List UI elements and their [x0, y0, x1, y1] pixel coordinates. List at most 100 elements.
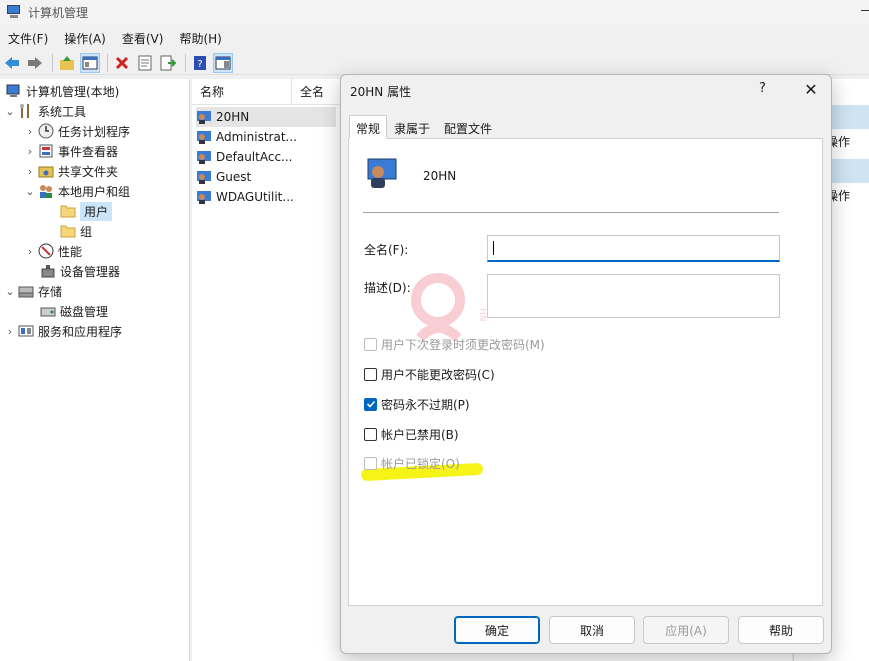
fullname-label: 全名(F):: [364, 243, 409, 257]
user-icon: [196, 149, 212, 165]
cancel-button[interactable]: 取消: [549, 616, 635, 644]
watermark-logo: HN: [392, 268, 502, 361]
performance-icon: [38, 243, 54, 259]
tree-shared-folders[interactable]: › 共享文件夹: [24, 161, 118, 181]
tab-general[interactable]: 常规: [349, 115, 388, 139]
menu-file[interactable]: 文件(F): [0, 28, 56, 48]
list-item-label: Guest: [216, 170, 252, 184]
chevron-right-icon[interactable]: ›: [24, 245, 36, 258]
user-icon: [196, 189, 212, 205]
chevron-right-icon[interactable]: ›: [24, 165, 36, 178]
watermark-text: HN: [477, 308, 487, 322]
tree-disk-management[interactable]: 磁盘管理: [38, 301, 108, 321]
chevron-down-icon[interactable]: ⌄: [24, 185, 36, 198]
description-field[interactable]: [487, 274, 780, 318]
list-item[interactable]: Guest: [196, 167, 251, 187]
tree-system-tools[interactable]: ⌄ 系统工具: [4, 101, 86, 121]
export-icon[interactable]: [158, 53, 178, 73]
tree-root-label: 计算机管理(本地): [26, 84, 120, 99]
close-icon[interactable]: ✕: [800, 79, 822, 101]
list-item-label: DefaultAcc...: [216, 150, 293, 164]
chevron-down-icon[interactable]: ⌄: [4, 285, 16, 298]
window-title: 计算机管理: [28, 5, 89, 20]
device-manager-icon: [40, 263, 56, 279]
toolbar: ?: [0, 51, 869, 75]
disk-icon: [40, 303, 56, 319]
chevron-right-icon[interactable]: ›: [24, 145, 36, 158]
list-item[interactable]: 20HN: [196, 107, 336, 127]
tree-event-viewer[interactable]: › 事件查看器: [24, 141, 118, 161]
folder-icon: [60, 203, 76, 219]
tree-label: 用户: [80, 201, 113, 221]
checkbox-box[interactable]: [364, 427, 377, 441]
tab-profile[interactable]: 配置文件: [437, 115, 499, 139]
menu-action[interactable]: 操作(A): [56, 28, 114, 48]
tree-services-apps[interactable]: › 服务和应用程序: [4, 321, 122, 341]
chevron-down-icon[interactable]: ⌄: [4, 105, 16, 118]
delete-icon[interactable]: [112, 53, 132, 73]
users-group-icon: [38, 183, 54, 199]
checkbox-account-locked[interactable]: 帐户已锁定(O): [364, 454, 460, 472]
tree-label: 组: [80, 224, 93, 239]
tree-label: 磁盘管理: [60, 304, 109, 319]
list-item[interactable]: DefaultAcc...: [196, 147, 292, 167]
services-icon: [18, 323, 34, 339]
user-name: 20HN: [423, 169, 457, 183]
properties-icon[interactable]: [135, 53, 155, 73]
tree-label: 任务计划程序: [58, 124, 131, 139]
view-icon[interactable]: [213, 52, 233, 73]
text-caret: [493, 241, 494, 255]
chevron-right-icon[interactable]: ›: [24, 125, 36, 138]
tools-icon: [18, 103, 34, 119]
computer-management-icon: [6, 4, 22, 20]
user-properties-dialog: 20HN 属性 ? ✕ 常规 隶属于 配置文件 20HN 全名(F): 描述(D…: [340, 74, 832, 654]
fullname-field[interactable]: [487, 235, 780, 262]
forward-icon[interactable]: [25, 53, 45, 73]
checkbox-box[interactable]: [364, 367, 377, 381]
column-name[interactable]: 名称: [192, 78, 292, 105]
tree-storage[interactable]: ⌄ 存储: [4, 281, 62, 301]
checkbox-box[interactable]: [364, 337, 377, 351]
tree-performance[interactable]: › 性能: [24, 241, 82, 261]
apply-button[interactable]: 应用(A): [643, 616, 729, 644]
list-item[interactable]: Administrat...: [196, 127, 297, 147]
minimize-icon[interactable]: [861, 10, 869, 11]
menu-bar: 文件(F) 操作(A) 查看(V) 帮助(H): [0, 28, 230, 48]
checkbox-password-never-expires[interactable]: 密码永不过期(P): [364, 395, 470, 413]
chevron-right-icon[interactable]: ›: [4, 325, 16, 338]
up-folder-icon[interactable]: [57, 53, 77, 73]
help-dialog-button[interactable]: 帮助: [738, 616, 824, 644]
toolbar-separator: [52, 53, 53, 72]
list-header: 名称 全名: [192, 78, 352, 105]
ok-button[interactable]: 确定: [454, 616, 540, 644]
tree-task-scheduler[interactable]: › 任务计划程序: [24, 121, 130, 141]
user-account-icon: [365, 157, 399, 191]
tree-label: 系统工具: [38, 104, 87, 119]
tree-label: 性能: [58, 244, 83, 259]
tree-local-users-groups[interactable]: ⌄ 本地用户和组: [24, 181, 130, 201]
tree-groups[interactable]: 组: [58, 221, 92, 241]
checkbox-label: 密码永不过期(P): [381, 397, 470, 412]
dialog-title: 20HN 属性: [350, 85, 412, 99]
tree-root[interactable]: 计算机管理(本地): [4, 81, 119, 101]
menu-help[interactable]: 帮助(H): [171, 28, 229, 48]
tab-member-of[interactable]: 隶属于: [387, 115, 437, 139]
menu-view[interactable]: 查看(V): [114, 28, 172, 48]
help-icon[interactable]: ?: [190, 53, 210, 73]
back-icon[interactable]: [2, 53, 22, 73]
shared-folder-icon: [38, 163, 54, 179]
checkbox-cannot-change-password[interactable]: 用户不能更改密码(C): [364, 365, 495, 383]
show-hide-tree-icon[interactable]: [80, 52, 100, 73]
checkbox-box[interactable]: [364, 397, 377, 411]
tree-device-manager[interactable]: 设备管理器: [38, 261, 120, 281]
divider: [363, 212, 779, 213]
tree-users[interactable]: 用户: [58, 201, 113, 221]
help-button[interactable]: ?: [759, 81, 766, 96]
storage-icon: [18, 283, 34, 299]
list-item[interactable]: WDAGUtilit...: [196, 187, 294, 207]
checkbox-account-disabled[interactable]: 帐户已禁用(B): [364, 425, 459, 443]
folder-icon: [60, 223, 76, 239]
checkbox-box[interactable]: [364, 456, 377, 470]
dialog-tabs: 常规 隶属于 配置文件: [349, 115, 499, 139]
user-icon: [196, 129, 212, 145]
